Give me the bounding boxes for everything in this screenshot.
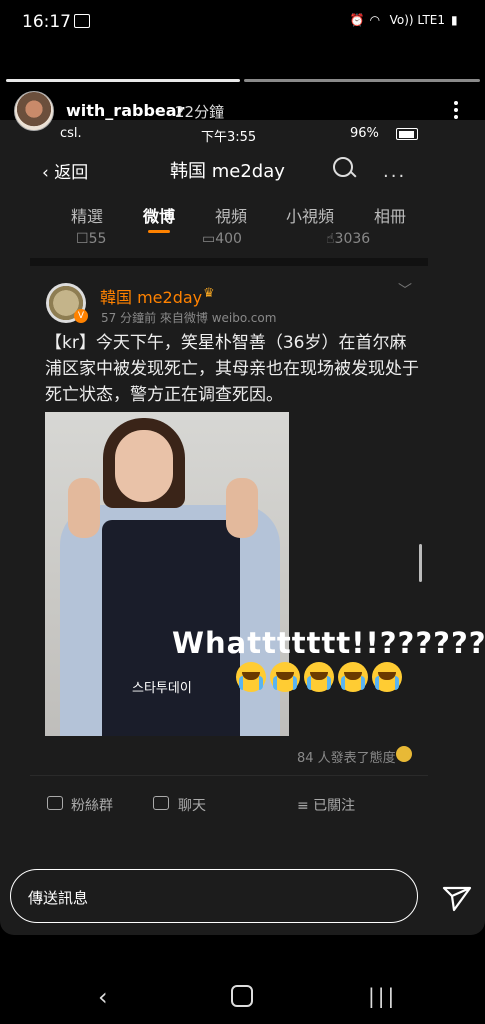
fans-group-button[interactable]: 粉絲群: [71, 795, 113, 815]
nav-back-icon[interactable]: ‹: [98, 983, 108, 1011]
back-button[interactable]: ‹ 返回: [42, 158, 88, 183]
tab-video[interactable]: 視頻: [215, 203, 247, 227]
crying-emoji-icon: [304, 662, 334, 692]
alarm-icon: ⏰: [349, 13, 365, 27]
photo-hand-right: [226, 478, 258, 538]
network-label: Vo)) LTE1: [389, 13, 445, 27]
divider: [30, 775, 428, 776]
photo-watermark: 스타투데이: [132, 681, 192, 696]
chat-icon: [153, 796, 169, 810]
tab-weibo[interactable]: 微博: [143, 203, 175, 227]
nav-home-icon[interactable]: [231, 985, 253, 1007]
inner-carrier: csl.: [60, 126, 82, 141]
crying-emoji-icon: [270, 662, 300, 692]
crying-emoji-icon: [338, 662, 368, 692]
nav-recents-icon[interactable]: |||: [368, 984, 397, 1008]
story-progress-bar-2: [244, 79, 480, 82]
inner-time: 下午3:55: [201, 130, 257, 145]
repost-count[interactable]: ☐ 55: [76, 231, 106, 247]
page-title: 韩国 me2day: [170, 161, 285, 182]
crown-icon: ♛: [203, 286, 215, 301]
chat-button[interactable]: 聊天: [178, 795, 206, 815]
attitude-count[interactable]: 84 人發表了態度: [297, 747, 396, 766]
scrollbar[interactable]: [419, 544, 422, 582]
status-time: 16:17: [22, 12, 71, 32]
story-time: 22分鐘: [175, 103, 225, 121]
back-label: 返回: [54, 163, 89, 183]
fans-group-icon: [47, 796, 63, 810]
feed-separator: [30, 258, 428, 266]
tab-featured[interactable]: 精選: [71, 203, 103, 227]
message-placeholder: 傳送訊息: [28, 889, 89, 907]
send-icon[interactable]: [440, 880, 474, 914]
crying-emoji-icon: [372, 662, 402, 692]
status-bar: 16:17 ⏰ ◠ Vo)) LTE1 ▮: [0, 0, 485, 44]
tab-short-video[interactable]: 小視頻: [286, 203, 334, 227]
battery-fill: [399, 131, 414, 138]
photo-face: [115, 430, 173, 502]
gallery-icon: [74, 14, 90, 28]
avatar[interactable]: [14, 91, 54, 131]
smile-emoji-icon: [396, 746, 412, 762]
story-progress-bar-1: [6, 79, 240, 82]
verified-badge-icon: V: [74, 309, 88, 323]
followed-button[interactable]: ≡ 已關注: [297, 795, 355, 815]
comment-count[interactable]: ▭ 400: [202, 231, 242, 247]
status-indicators: ⏰ ◠ Vo)) LTE1 ▮: [350, 13, 465, 27]
more-options-icon[interactable]: [448, 98, 464, 122]
post-text: 【kr】今天下午，笑星朴智善（36岁）在首尔麻浦区家中被发现死亡，其母亲也在现场…: [45, 333, 419, 405]
tab-album[interactable]: 相冊: [374, 203, 406, 227]
like-count[interactable]: ☝ 3036: [326, 231, 370, 247]
search-icon[interactable]: [333, 157, 353, 177]
story-username[interactable]: with_rabbear: [66, 101, 184, 120]
crying-emoji-icon: [236, 662, 266, 692]
chevron-down-icon[interactable]: ﹀: [398, 280, 412, 300]
wifi-icon: ◠: [369, 13, 381, 27]
inner-battery-text: 96%: [350, 126, 379, 141]
post-author-name[interactable]: 韓国 me2day: [100, 284, 202, 308]
post-meta: 57 分鐘前 來自微博 weibo.com: [101, 311, 277, 325]
more-icon[interactable]: ···: [383, 166, 406, 187]
story-overlay-text: Whattttttt!!??????: [172, 626, 485, 660]
crying-emoji-row: [236, 662, 402, 692]
active-tab-indicator: [148, 230, 170, 233]
photo-hand-left: [68, 478, 100, 538]
battery-icon: ▮: [451, 13, 458, 27]
